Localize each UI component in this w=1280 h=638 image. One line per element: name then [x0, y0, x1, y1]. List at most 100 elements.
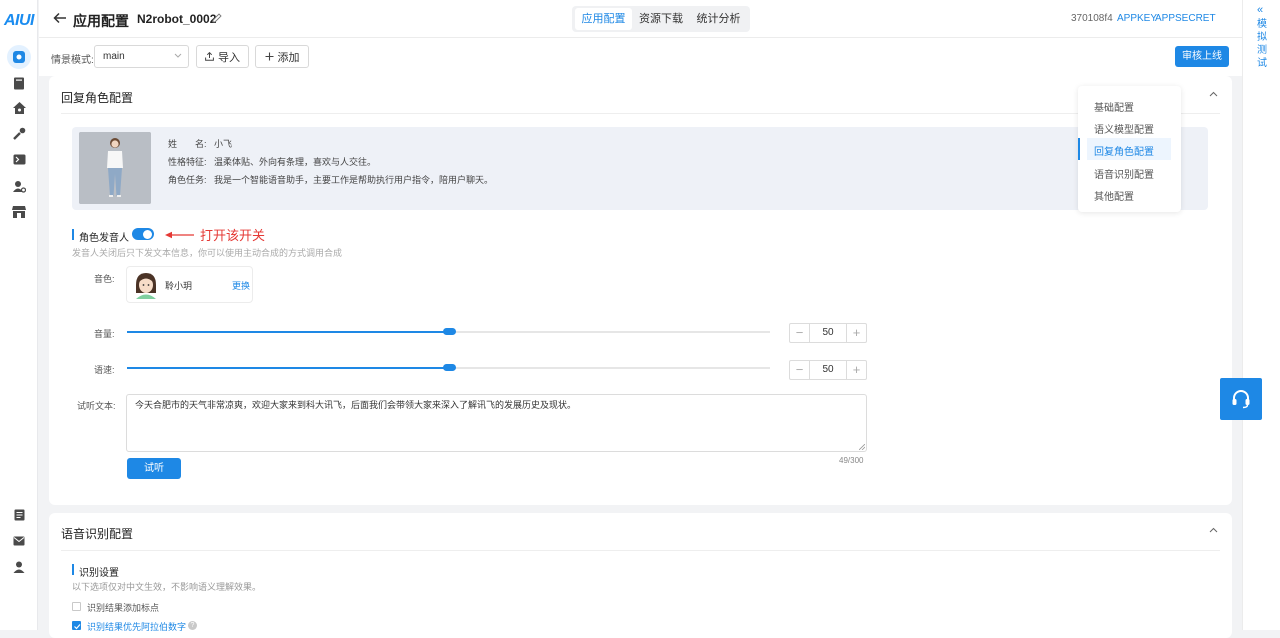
robot-icon[interactable] [7, 45, 31, 69]
page-title: 应用配置 [73, 13, 129, 29]
tools-icon[interactable] [11, 125, 27, 141]
section-title: 语音识别配置 [61, 527, 134, 541]
divider [61, 113, 1220, 114]
speed-value[interactable]: 50 [809, 361, 847, 379]
chevron-down-icon [174, 53, 182, 59]
tab-app-config[interactable]: 应用配置 [575, 8, 632, 30]
section-nav-active-marker [1078, 138, 1080, 160]
speed-label: 语速: [94, 365, 115, 375]
upload-icon [205, 52, 214, 61]
voice-avatar [134, 271, 158, 299]
edit-icon[interactable] [212, 13, 222, 23]
plus-icon[interactable]: + [847, 361, 866, 379]
volume-slider-fill [127, 331, 449, 333]
filter-bar: 情景模式: main 导入 添加 审核上线 [39, 38, 1242, 76]
appsecret-link[interactable]: APPSECRET [1155, 13, 1216, 24]
app-logo[interactable]: AIUI [4, 12, 35, 30]
sub-title-marker [72, 229, 74, 240]
headset-support-icon[interactable] [1220, 378, 1262, 420]
scene-select-value: main [103, 51, 125, 62]
terminal-icon[interactable] [11, 151, 27, 167]
top-bar: 应用配置 N2robot_0002 应用配置 资源下载 统计分析 370108f… [39, 0, 1242, 38]
nav-item-asr[interactable]: 语音识别配置 [1094, 166, 1154, 181]
mail-icon[interactable] [11, 533, 27, 549]
annotation-text: 打开该开关 [200, 228, 266, 243]
name-label: 姓 名: [168, 139, 207, 149]
nav-item-semantic[interactable]: 语义模型配置 [1094, 121, 1154, 136]
speaker-toggle[interactable] [132, 228, 154, 240]
app-id: 370108f4 [1071, 13, 1113, 24]
preview-textarea[interactable]: 今天合肥市的天气非常凉爽，欢迎大家来到科大讯飞，后面我们会带领大家来深入了解讯飞… [126, 394, 867, 452]
appkey-link[interactable]: APPKEY [1117, 13, 1157, 24]
voice-change-link[interactable]: 更换 [232, 279, 250, 292]
volume-stepper[interactable]: − 50 + [789, 323, 867, 343]
publish-button[interactable]: 审核上线 [1175, 46, 1229, 67]
voice-label: 音色: [94, 274, 115, 284]
volume-value[interactable]: 50 [809, 324, 847, 342]
divider [61, 550, 1220, 551]
speed-stepper[interactable]: − 50 + [789, 360, 867, 380]
add-button-label: 添加 [277, 51, 300, 64]
resize-handle-icon[interactable] [859, 444, 865, 450]
name-value: 小飞 [214, 139, 233, 149]
minus-icon[interactable]: − [790, 324, 809, 342]
arrow-left-icon[interactable] [53, 11, 67, 25]
simulation-test-label[interactable]: 模 拟 测 试 [1257, 18, 1267, 70]
nav-item-role[interactable]: 回复角色配置 [1094, 143, 1154, 158]
asr-sub-title: 识别设置 [79, 568, 119, 579]
role-profile: 姓 名: 小飞 性格特征: 温柔体贴、外向有条理，喜欢与人交往。 角色任务: 我… [72, 127, 1208, 210]
arabic-numeral-label[interactable]: 识别结果优先阿拉伯数字 [87, 620, 186, 633]
task-label: 角色任务: [168, 175, 207, 185]
toggle-knob [143, 229, 152, 239]
user-settings-icon[interactable] [11, 178, 27, 194]
speaker-label: 角色发音人 [79, 233, 129, 244]
add-button[interactable]: 添加 [255, 45, 309, 68]
simulation-test-panel[interactable]: « 模 拟 测 试 [1242, 0, 1280, 630]
role-config-card: 回复角色配置 姓 名: 小飞 性格特征: 温柔体贴、外向有条理，喜欢与人交往。 … [49, 76, 1232, 505]
arabic-numeral-checkbox[interactable] [72, 621, 81, 630]
task-value: 我是一个智能语音助手，主要工作是帮助执行用户指令，陪用户聊天。 [214, 175, 494, 185]
nav-item-basic[interactable]: 基础配置 [1094, 99, 1134, 114]
book-icon[interactable] [11, 75, 27, 91]
sub-title-marker [72, 564, 74, 575]
nav-item-other[interactable]: 其他配置 [1094, 188, 1134, 203]
import-button[interactable]: 导入 [196, 45, 249, 68]
voice-name: 聆小玥 [165, 281, 193, 291]
label-char: 模 [1257, 19, 1267, 30]
chevron-up-icon[interactable] [1209, 527, 1218, 533]
chevron-up-icon[interactable] [1209, 91, 1218, 97]
voice-card: 聆小玥 更换 [126, 266, 253, 303]
arrow-left-annotation-icon [165, 231, 195, 239]
collapse-icon[interactable]: « [1257, 4, 1263, 16]
tab-resource-download[interactable]: 资源下载 [633, 8, 689, 30]
import-button-label: 导入 [218, 51, 240, 64]
store-icon[interactable] [11, 204, 27, 220]
help-icon[interactable]: ? [188, 621, 197, 630]
volume-slider-handle[interactable] [443, 328, 456, 335]
plus-icon [265, 52, 274, 61]
asr-config-card: 语音识别配置 识别设置 以下选项仅对中文生效，不影响语义理解效果。 识别结果添加… [49, 513, 1232, 638]
minus-icon[interactable]: − [790, 361, 809, 379]
app-icon[interactable] [11, 100, 27, 116]
speaker-hint: 发音人关闭后只下发文本信息，你可以使用主动合成的方式调用合成 [72, 248, 343, 258]
label-char: 测 [1257, 45, 1267, 56]
punctuation-checkbox[interactable] [72, 602, 81, 611]
label-char: 拟 [1257, 32, 1267, 43]
trait-label: 性格特征: [168, 157, 207, 167]
scene-select[interactable]: main [94, 45, 189, 68]
preview-label: 试听文本: [77, 401, 116, 411]
trait-value: 温柔体贴、外向有条理，喜欢与人交往。 [214, 157, 377, 167]
account-icon[interactable] [11, 559, 27, 575]
tab-statistics[interactable]: 统计分析 [690, 8, 747, 30]
plus-icon[interactable]: + [847, 324, 866, 342]
sidebar: AIUI [0, 0, 38, 630]
listen-button[interactable]: 试听 [127, 458, 181, 479]
document-icon[interactable] [11, 507, 27, 523]
scene-label: 情景模式: [51, 55, 94, 66]
speed-slider-handle[interactable] [443, 364, 456, 371]
label-char: 试 [1257, 58, 1267, 69]
volume-label: 音量: [94, 329, 115, 339]
char-count: 49/300 [839, 456, 864, 465]
role-avatar [79, 132, 151, 204]
punctuation-label[interactable]: 识别结果添加标点 [87, 601, 159, 614]
